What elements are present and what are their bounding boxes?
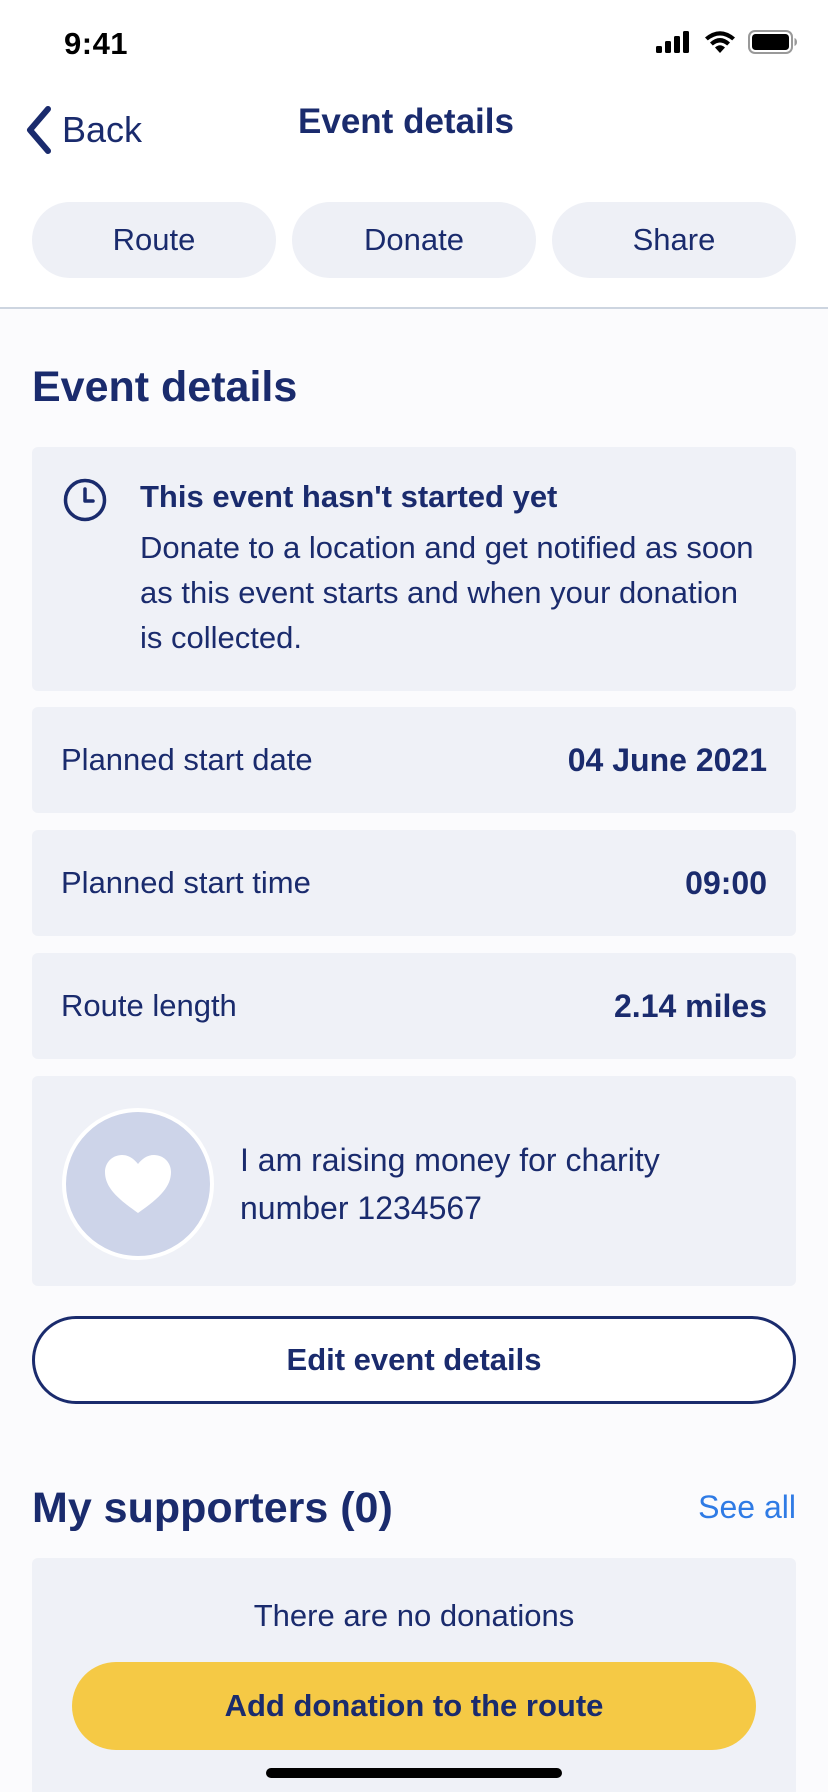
event-details-heading: Event details: [32, 363, 298, 411]
route-length-label: Route length: [61, 988, 237, 1023]
donate-button[interactable]: Donate: [292, 202, 536, 278]
nav-title-text: Event details: [298, 102, 514, 141]
back-label: Back: [62, 109, 143, 150]
see-all-link[interactable]: See all: [698, 1489, 796, 1526]
navigation-bar: Event details Back: [0, 90, 828, 190]
supporters-card: There are no donations Add donation to t…: [32, 1558, 796, 1792]
route-length-row: Route length 2.14 miles: [32, 953, 796, 1059]
battery-icon: [748, 30, 797, 54]
no-donations-text: There are no donations: [253, 1598, 575, 1633]
planned-start-time-label: Planned start time: [61, 865, 311, 900]
event-details-screen: 9:41 Event details Back Route Donate Sha…: [0, 0, 828, 1792]
supporters-heading: My supporters (0): [32, 1484, 393, 1532]
status-time: 9:41: [64, 26, 129, 61]
charity-card: I am raising money for charity number 12…: [32, 1076, 796, 1286]
route-button[interactable]: Route: [32, 202, 276, 278]
charity-text: I am raising money for charity number 12…: [240, 1142, 660, 1226]
planned-start-date-row: Planned start date 04 June 2021: [32, 707, 796, 813]
charity-avatar: [62, 1108, 214, 1260]
home-indicator[interactable]: [266, 1768, 562, 1778]
route-length-value: 2.14 miles: [614, 987, 767, 1024]
action-pills: Route Donate Share: [32, 202, 796, 278]
planned-start-date-label: Planned start date: [61, 742, 313, 777]
planned-start-time-row: Planned start time 09:00: [32, 830, 796, 936]
add-donation-button[interactable]: Add donation to the route: [72, 1662, 756, 1750]
content-area[interactable]: Event details This event hasn't started …: [0, 309, 828, 1792]
share-button[interactable]: Share: [552, 202, 796, 278]
planned-start-date-value: 04 June 2021: [567, 741, 767, 778]
status-icons: [656, 30, 798, 54]
notice-body: Donate to a location and get notified as…: [140, 530, 754, 655]
edit-event-details-button[interactable]: Edit event details: [32, 1316, 796, 1404]
back-button[interactable]: Back: [24, 98, 142, 162]
chevron-left-icon: [27, 106, 51, 154]
wifi-icon: [705, 31, 735, 53]
signal-icon: [656, 31, 689, 53]
planned-start-time-value: 09:00: [685, 864, 767, 901]
event-status-notice: This event hasn't started yet Donate to …: [32, 447, 796, 691]
clock-icon: [63, 478, 107, 522]
heart-icon: [105, 1155, 171, 1213]
status-bar: 9:41: [0, 0, 828, 90]
notice-title: This event hasn't started yet: [140, 479, 558, 514]
